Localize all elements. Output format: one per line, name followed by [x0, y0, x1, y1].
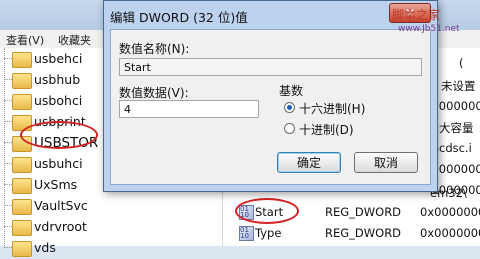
partial-text: x000000 [432, 99, 480, 113]
value-name: Type [255, 226, 282, 240]
partial-text: 未设置 [441, 79, 476, 93]
folder-icon [12, 73, 32, 89]
tree-item[interactable]: VaultSvc [0, 195, 220, 217]
menu-favorites[interactable]: 收藏夹 [58, 32, 91, 48]
highlight-circle-start [235, 198, 299, 224]
tree-item[interactable]: vdrvroot [0, 216, 220, 238]
partial-text: ( [459, 56, 464, 70]
watermark-url: www.Jb51.net [398, 24, 460, 34]
edit-dword-dialog: 编辑 DWORD (32 位)值 ✕ 数值名称(N): Start 数值数据(V… [103, 0, 438, 192]
partial-text: x000000 [432, 162, 480, 176]
tree-item-label: vdrvroot [34, 219, 87, 234]
radio-hex[interactable] [284, 102, 295, 113]
partial-text: scdsc.i [433, 141, 472, 155]
folder-icon [12, 241, 32, 257]
tree-item-label: vds [34, 240, 56, 255]
highlight-circle-usbstor [20, 121, 98, 149]
folder-icon [12, 178, 32, 194]
tree-item-label: usbhub [34, 72, 81, 87]
value-data: 0x0000000 [420, 226, 480, 240]
value-data: 0x0000000 [420, 205, 480, 219]
radio-dec[interactable] [284, 123, 295, 134]
value-type: REG_DWORD [325, 205, 402, 219]
cancel-button[interactable]: 取消 [354, 152, 418, 173]
dialog-body: 数值名称(N): Start 数值数据(V): 4 基数 十六进制(H) 十进制… [110, 29, 431, 185]
partial-text: 大容量 [439, 121, 474, 135]
reg-dword-icon: 01 10 [239, 226, 254, 241]
folder-icon [12, 220, 32, 236]
tree-item-label: usbuhci [34, 156, 83, 171]
base-group-label: 基数 [279, 84, 304, 98]
radio-hex-label[interactable]: 十六进制(H) [299, 100, 365, 117]
value-name-field[interactable]: Start [119, 58, 422, 76]
watermark-logo: 脚本之家 [392, 8, 441, 22]
folder-icon [12, 157, 32, 173]
tree-item-label: usbohci [34, 93, 83, 108]
tree-item-label: UxSms [34, 177, 78, 192]
folder-icon [12, 52, 32, 68]
tree-item-label: VaultSvc [34, 198, 88, 213]
radio-dec-label[interactable]: 十进制(D) [299, 121, 354, 138]
tree-item[interactable]: vds [0, 237, 220, 259]
dialog-title: 编辑 DWORD (32 位)值 [110, 10, 248, 25]
folder-icon [12, 94, 32, 110]
folder-icon [12, 199, 32, 215]
tree-item-label: usbehci [34, 51, 83, 66]
value-name-label: 数值名称(N): [119, 42, 190, 56]
value-data-label: 数值数据(V): [119, 86, 189, 100]
value-type: REG_DWORD [325, 226, 402, 240]
value-data-input[interactable]: 4 [119, 100, 259, 118]
tree-connector-line [4, 48, 5, 246]
menu-view[interactable]: 查看(V) [6, 32, 44, 48]
ok-button[interactable]: 确定 [277, 152, 341, 173]
